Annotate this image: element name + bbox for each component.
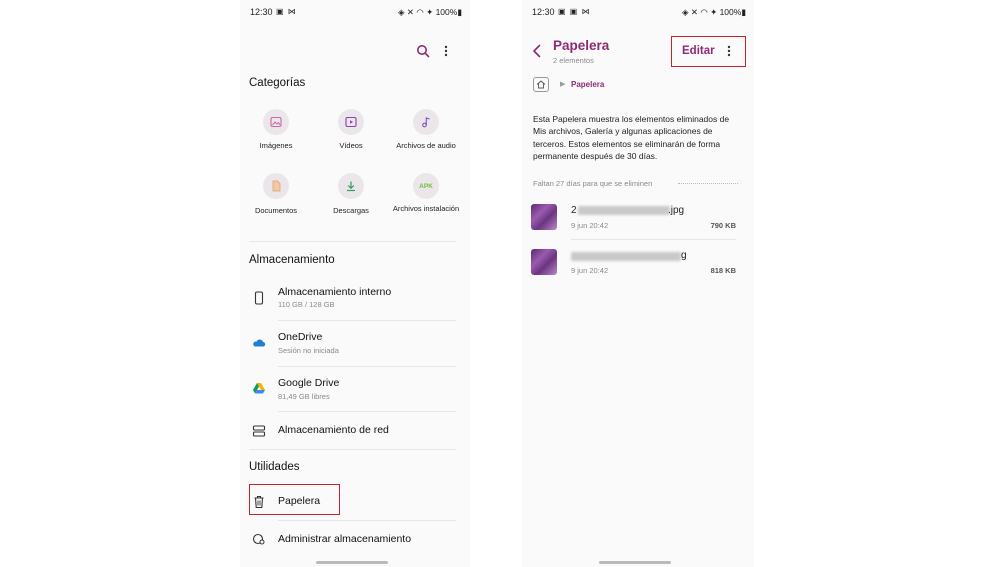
- divider: [249, 449, 456, 450]
- storage-title: Almacenamiento: [249, 254, 335, 266]
- my-files-home-screen: 12:30 ▣ ⋈ ◈ ✕ ◠ ✦ 100%▮ Categorías Imáge…: [240, 0, 470, 567]
- network-storage-icon: [251, 423, 267, 439]
- download-icon: [338, 173, 364, 199]
- divider: [278, 320, 456, 321]
- storage-subtitle: Sesión no iniciada: [278, 346, 339, 355]
- file-date: 9 jun 20:42: [571, 266, 609, 275]
- breadcrumb-separator-icon: ▶: [560, 81, 566, 88]
- file-size: 790 KB: [710, 221, 736, 230]
- back-arrow-icon[interactable]: [532, 44, 542, 58]
- status-notification-icons: ▣ ▣ ⋈: [558, 7, 591, 16]
- apk-icon: APK: [413, 173, 439, 199]
- video-icon: [338, 109, 364, 135]
- home-icon[interactable]: [533, 77, 549, 92]
- onedrive-icon: [251, 335, 267, 351]
- storage-subtitle: 110 GB / 128 GB: [278, 300, 335, 309]
- categories-title: Categorías: [249, 77, 306, 89]
- gesture-bar: [316, 561, 388, 564]
- category-label: Archivos instalación: [392, 204, 460, 213]
- highlight-box-trash: [249, 484, 340, 515]
- file-thumbnail: [531, 249, 557, 275]
- storage-title-text: Almacenamiento de red: [278, 424, 389, 436]
- file-size: 818 KB: [710, 266, 736, 275]
- storage-subtitle: 81,49 GB libres: [278, 392, 330, 401]
- phone-icon: [251, 290, 267, 306]
- file-thumbnail: [531, 204, 557, 230]
- days-left-header: Faltan 27 días para que se eliminen: [533, 179, 653, 188]
- storage-title-text: OneDrive: [278, 331, 323, 343]
- status-notification-icons: ▣ ⋈: [276, 7, 297, 16]
- gesture-bar: [599, 561, 671, 564]
- status-system-icons: ◈ ✕ ◠ ✦ 100%▮: [681, 7, 746, 17]
- divider: [278, 366, 456, 367]
- category-label: Descargas: [333, 206, 369, 215]
- header-dotted-line: [678, 183, 738, 184]
- file-name-redacted: [578, 206, 670, 215]
- file-name-end: g: [681, 250, 687, 261]
- page-subtitle: 2 elementos: [553, 56, 594, 65]
- breadcrumb-current[interactable]: Papelera: [571, 80, 604, 89]
- file-name-redacted: [571, 252, 681, 261]
- category-label: Archivos de audio: [396, 141, 456, 150]
- audio-icon: [413, 109, 439, 135]
- divider: [571, 239, 736, 240]
- search-icon[interactable]: [416, 44, 430, 58]
- utility-title-text: Administrar almacenamiento: [278, 533, 412, 545]
- storage-title-text: Almacenamiento interno: [278, 286, 392, 298]
- status-system-icons: ◈ ✕ ◠ ✦ 100%▮: [397, 7, 462, 17]
- trash-screen: 12:30 ▣ ▣ ⋈ ◈ ✕ ◠ ✦ 100%▮ Papelera 2 ele…: [522, 0, 754, 567]
- status-time: 12:30: [532, 7, 555, 17]
- page-title: Papelera: [553, 38, 610, 53]
- storage-title-text: Google Drive: [278, 377, 340, 389]
- google-drive-icon: [251, 380, 267, 396]
- apk-badge: APK: [419, 182, 433, 190]
- status-time: 12:30: [250, 7, 273, 17]
- status-bar: 12:30 ▣ ⋈ ◈ ✕ ◠ ✦ 100%▮: [250, 7, 462, 19]
- manage-storage-icon: [251, 531, 267, 547]
- file-date: 9 jun 20:42: [571, 221, 609, 230]
- highlight-box-edit: [671, 36, 746, 67]
- category-label: Documentos: [254, 206, 298, 215]
- status-bar: 12:30 ▣ ▣ ⋈ ◈ ✕ ◠ ✦ 100%▮: [532, 7, 746, 19]
- category-label: Imágenes: [259, 141, 293, 150]
- divider: [278, 520, 456, 521]
- image-icon: [263, 109, 289, 135]
- trash-info-text: Esta Papelera muestra los elementos elim…: [533, 114, 730, 162]
- category-label: Vídeos: [339, 141, 363, 150]
- divider: [278, 411, 456, 412]
- document-icon: [263, 173, 289, 199]
- divider: [249, 241, 456, 242]
- file-name-start: 2: [571, 205, 577, 216]
- more-options-icon[interactable]: [442, 44, 450, 58]
- file-name-end: .jpg: [668, 205, 685, 216]
- utilities-title: Utilidades: [249, 461, 300, 473]
